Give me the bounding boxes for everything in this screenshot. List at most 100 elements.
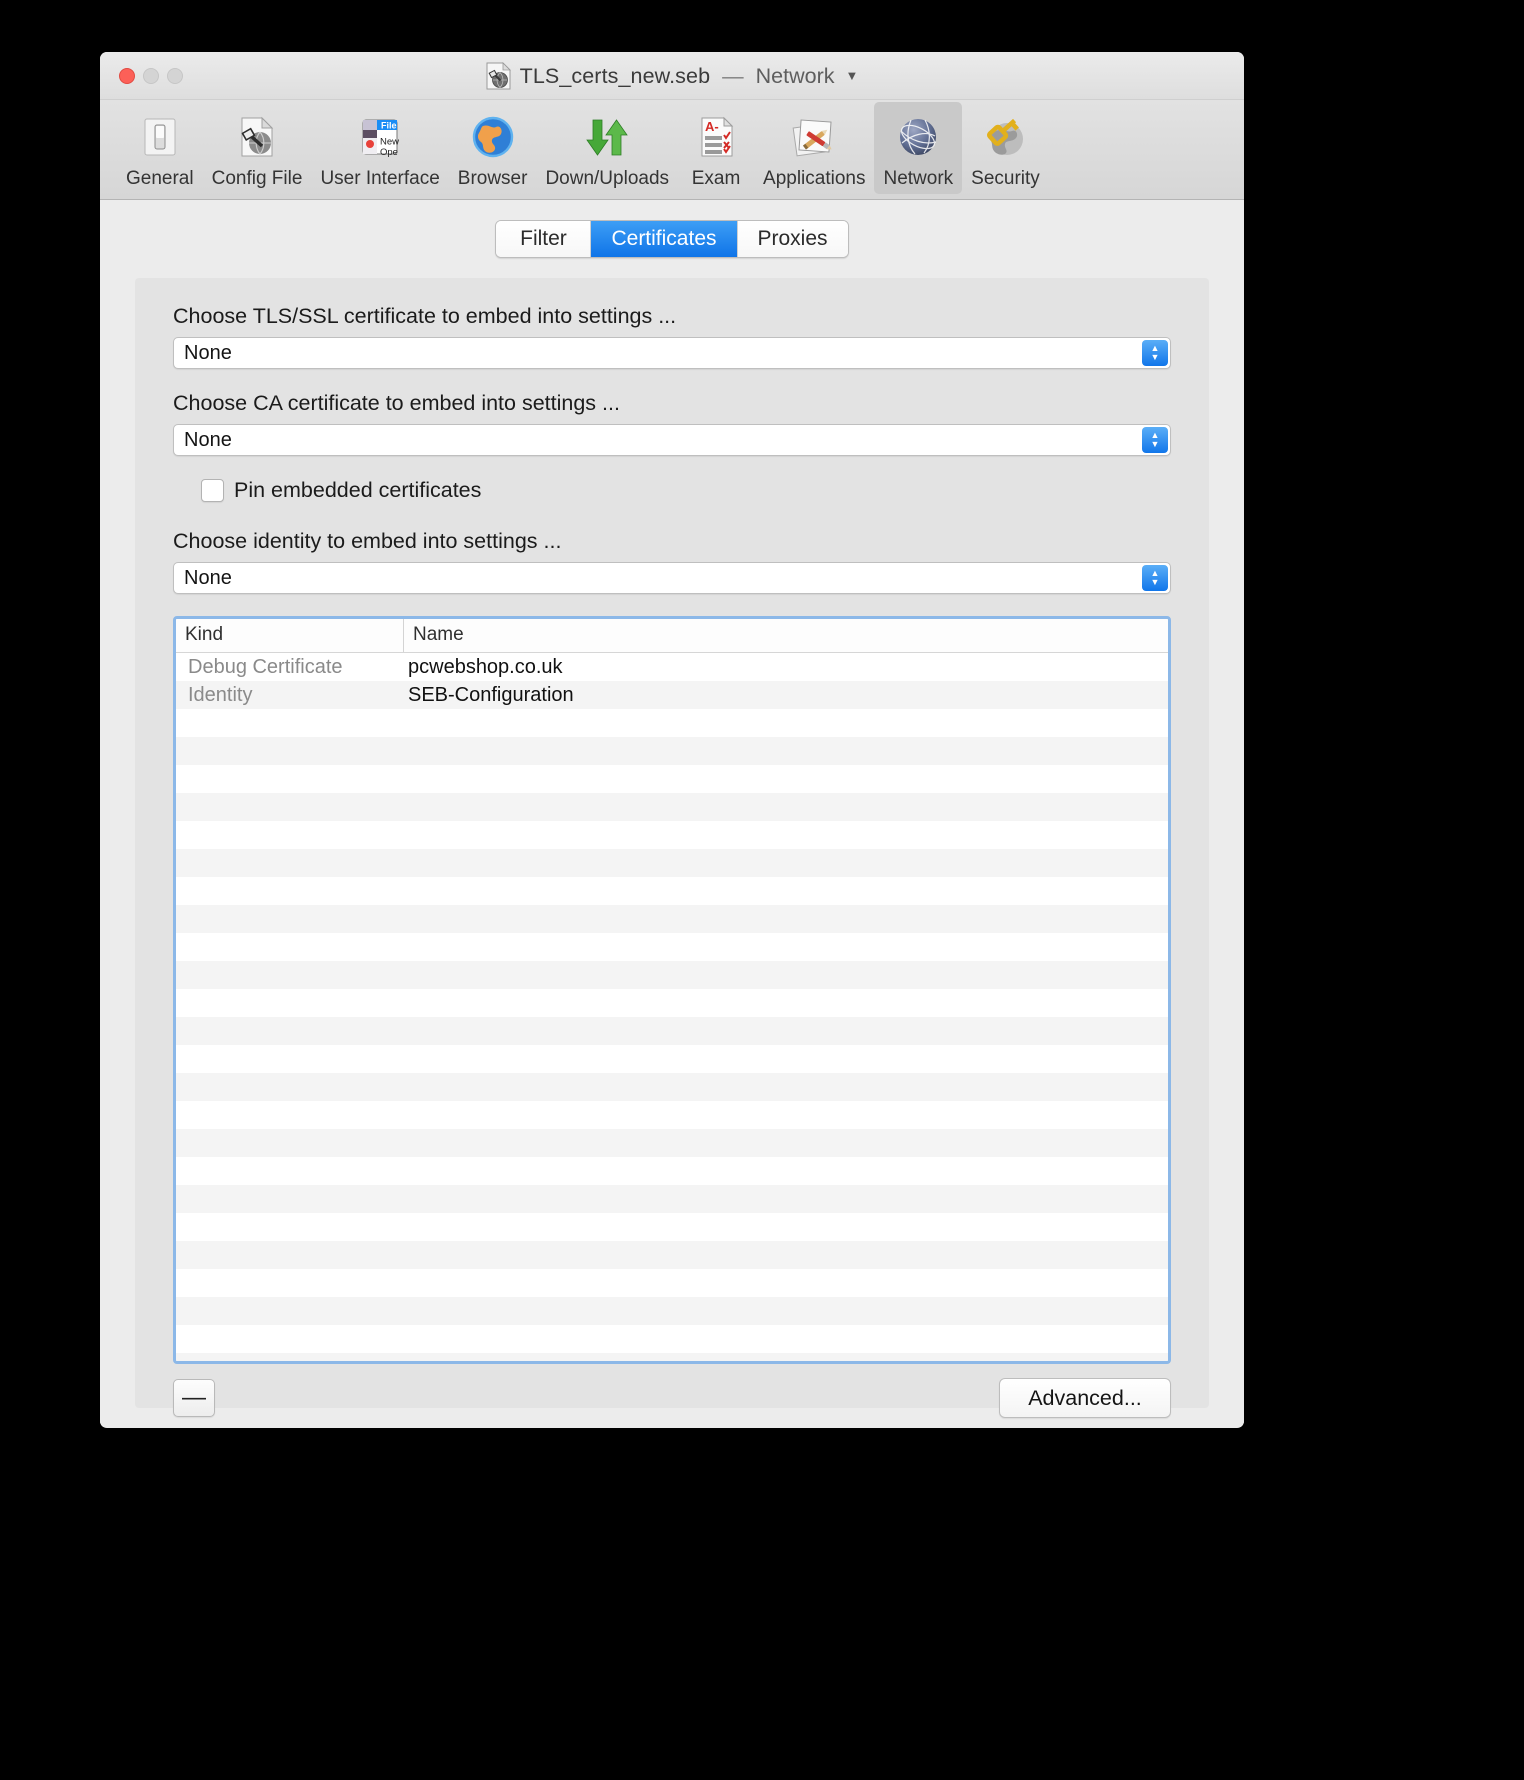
down-up-arrows-icon bbox=[578, 108, 636, 166]
identity-value: None bbox=[184, 566, 232, 589]
tab-bar: Filter Certificates Proxies bbox=[100, 220, 1244, 258]
traffic-lights bbox=[119, 68, 183, 84]
certificates-panel: Choose TLS/SSL certificate to embed into… bbox=[135, 278, 1209, 1418]
window-title-separator: — bbox=[722, 63, 744, 88]
identity-label: Choose identity to embed into settings .… bbox=[173, 529, 562, 553]
table-row[interactable] bbox=[176, 1269, 1168, 1297]
pin-embedded-certificates-row[interactable]: Pin embedded certificates bbox=[201, 478, 1171, 503]
preferences-content: Filter Certificates Proxies Choose TLS/S… bbox=[100, 200, 1244, 1427]
chevron-updown-icon[interactable]: ▲ ▼ bbox=[1142, 427, 1168, 453]
ca-certificate-dropdown[interactable]: None ▲ ▼ bbox=[173, 424, 1171, 456]
table-row[interactable] bbox=[176, 737, 1168, 765]
table-row[interactable] bbox=[176, 849, 1168, 877]
table-row[interactable] bbox=[176, 1353, 1168, 1361]
toolbar-label-network: Network bbox=[883, 168, 954, 189]
table-row[interactable] bbox=[176, 1185, 1168, 1213]
preferences-toolbar: General Config File File New Ope User In… bbox=[100, 100, 1244, 200]
table-body: Debug Certificate pcwebshop.co.uk Identity… bbox=[176, 653, 1168, 1361]
table-action-bar: — Advanced... bbox=[173, 1378, 1171, 1418]
table-row[interactable] bbox=[176, 1101, 1168, 1129]
chevron-down-glyph: ▼ bbox=[1150, 577, 1160, 587]
chevron-updown-icon[interactable]: ▲ ▼ bbox=[1142, 565, 1168, 591]
table-row[interactable] bbox=[176, 905, 1168, 933]
segmented-control: Filter Certificates Proxies bbox=[495, 220, 849, 258]
minimize-button[interactable] bbox=[143, 68, 159, 84]
config-file-icon bbox=[228, 108, 286, 166]
tls-certificate-value: None bbox=[184, 341, 232, 364]
window-title-bar: TLS_certs_new.seb — Network ▼ bbox=[100, 52, 1244, 100]
advanced-button[interactable]: Advanced... bbox=[999, 1378, 1171, 1418]
tab-filter[interactable]: Filter bbox=[496, 221, 592, 257]
table-row[interactable] bbox=[176, 877, 1168, 905]
table-row[interactable]: Debug Certificate pcwebshop.co.uk bbox=[176, 653, 1168, 681]
network-globe-icon bbox=[889, 108, 947, 166]
table-row[interactable]: Identity SEB-Configuration bbox=[176, 681, 1168, 709]
zoom-button[interactable] bbox=[167, 68, 183, 84]
table-row[interactable] bbox=[176, 1017, 1168, 1045]
toolbar-item-network[interactable]: Network bbox=[874, 102, 963, 194]
tab-proxies[interactable]: Proxies bbox=[737, 221, 848, 257]
column-header-kind[interactable]: Kind bbox=[176, 619, 404, 652]
window-title-scope: Network bbox=[755, 63, 835, 88]
svg-text:File: File bbox=[381, 121, 397, 131]
table-row[interactable] bbox=[176, 793, 1168, 821]
toolbar-item-applications[interactable]: Applications bbox=[754, 102, 874, 194]
pin-embedded-certificates-checkbox[interactable] bbox=[201, 479, 224, 502]
close-button[interactable] bbox=[119, 68, 135, 84]
chevron-updown-icon[interactable]: ▲ ▼ bbox=[1142, 340, 1168, 366]
tab-certificates[interactable]: Certificates bbox=[591, 221, 738, 257]
toolbar-label-exam: Exam bbox=[691, 168, 741, 189]
toolbar-item-general[interactable]: General bbox=[117, 102, 203, 194]
toolbar-label-config-file: Config File bbox=[211, 168, 303, 189]
table-row[interactable] bbox=[176, 1157, 1168, 1185]
chevron-down-glyph: ▼ bbox=[1150, 439, 1160, 449]
table-row[interactable] bbox=[176, 821, 1168, 849]
table-row[interactable] bbox=[176, 765, 1168, 793]
table-row[interactable] bbox=[176, 933, 1168, 961]
toolbar-label-general: General bbox=[126, 168, 194, 189]
column-header-name[interactable]: Name bbox=[404, 619, 1168, 652]
cell-name: SEB-Configuration bbox=[408, 683, 574, 706]
toolbar-item-user-interface[interactable]: File New Ope User Interface bbox=[311, 102, 448, 194]
toolbar-item-exam[interactable]: A- Exam bbox=[678, 102, 754, 194]
window-title: TLS_certs_new.seb — Network ▼ bbox=[100, 62, 1244, 90]
seb-config-document-icon bbox=[486, 62, 511, 90]
toolbar-item-config-file[interactable]: Config File bbox=[203, 102, 312, 194]
svg-text:A-: A- bbox=[705, 119, 719, 134]
toolbar-label-browser: Browser bbox=[457, 168, 528, 189]
toolbar-label-applications: Applications bbox=[763, 168, 866, 189]
table-row[interactable] bbox=[176, 1297, 1168, 1325]
chevron-down-glyph: ▼ bbox=[1150, 352, 1160, 362]
table-row[interactable] bbox=[176, 1045, 1168, 1073]
tls-certificate-label: Choose TLS/SSL certificate to embed into… bbox=[173, 304, 677, 328]
tls-certificate-dropdown[interactable]: None ▲ ▼ bbox=[173, 337, 1171, 369]
table-row[interactable] bbox=[176, 1213, 1168, 1241]
svg-text:New: New bbox=[380, 137, 399, 148]
toolbar-item-down-uploads[interactable]: Down/Uploads bbox=[536, 102, 678, 194]
certificates-table[interactable]: Kind Name Debug Certificate pcwebshop.co.… bbox=[173, 616, 1171, 1364]
identity-dropdown[interactable]: None ▲ ▼ bbox=[173, 562, 1171, 594]
svg-text:Ope: Ope bbox=[380, 147, 398, 158]
applications-icon bbox=[785, 108, 843, 166]
toolbar-label-down-uploads: Down/Uploads bbox=[545, 168, 670, 189]
security-key-globe-icon bbox=[976, 108, 1034, 166]
cell-kind: Identity bbox=[188, 683, 253, 706]
ca-certificate-label: Choose CA certificate to embed into sett… bbox=[173, 391, 620, 415]
table-row[interactable] bbox=[176, 961, 1168, 989]
chevron-up-glyph: ▲ bbox=[1150, 430, 1160, 440]
table-row[interactable] bbox=[176, 1325, 1168, 1353]
table-row[interactable] bbox=[176, 989, 1168, 1017]
window-title-filename: TLS_certs_new.seb bbox=[519, 63, 711, 88]
remove-certificate-button[interactable]: — bbox=[173, 1379, 215, 1417]
table-header-row: Kind Name bbox=[176, 619, 1168, 653]
table-row[interactable] bbox=[176, 1241, 1168, 1269]
toolbar-item-security[interactable]: Security bbox=[962, 102, 1049, 194]
table-row[interactable] bbox=[176, 1129, 1168, 1157]
table-row[interactable] bbox=[176, 709, 1168, 737]
cell-name: pcwebshop.co.uk bbox=[408, 655, 563, 678]
chevron-down-icon[interactable]: ▼ bbox=[846, 68, 859, 83]
settings-window: TLS_certs_new.seb — Network ▼ General Co… bbox=[100, 52, 1244, 1428]
table-row[interactable] bbox=[176, 1073, 1168, 1101]
switch-icon bbox=[131, 108, 189, 166]
toolbar-item-browser[interactable]: Browser bbox=[449, 102, 537, 194]
